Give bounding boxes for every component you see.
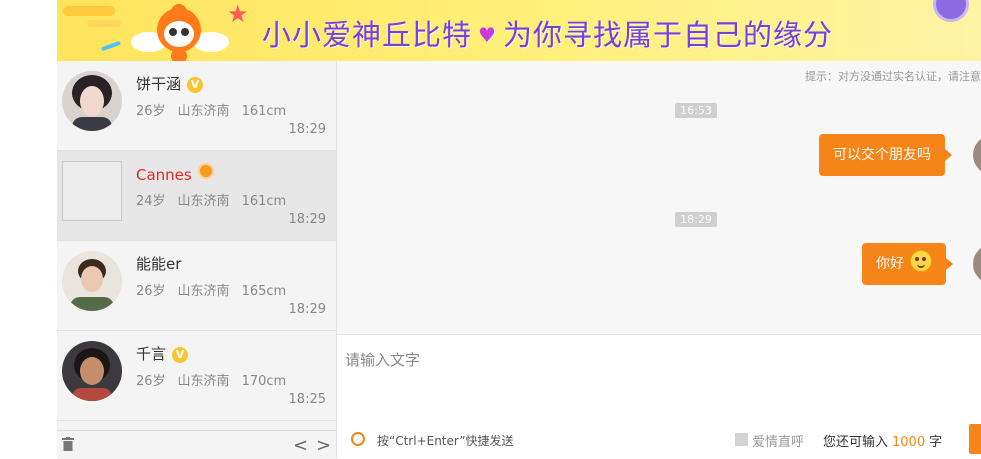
cupid-mascot-icon xyxy=(131,4,229,61)
banner-title-part1: 小小爱神丘比特 xyxy=(262,18,473,52)
contact-info: 26岁 山东济南 161cm xyxy=(136,100,298,119)
love-call-checkbox[interactable] xyxy=(735,433,748,446)
emoji-picker-icon[interactable] xyxy=(351,432,365,446)
trash-icon[interactable] xyxy=(62,437,74,451)
contact-list-footer: < > xyxy=(57,430,336,459)
contact-time: 18:29 xyxy=(288,302,326,317)
contact-age: 26岁 xyxy=(136,284,166,299)
cloud-decoration xyxy=(63,6,115,16)
contact-location: 山东济南 xyxy=(177,284,230,299)
broken-avatar-image xyxy=(62,161,122,221)
contact-height: 161cm xyxy=(241,194,287,209)
contact-height: 170cm xyxy=(241,374,287,389)
message-composer: 按“Ctrl+Enter”快捷发送 爱情直呼 您还可输入1000字 xyxy=(337,334,981,459)
contact-age: 26岁 xyxy=(136,104,166,119)
avatar xyxy=(62,341,122,401)
remaining-count: 1000 xyxy=(892,435,926,450)
contact-name: 饼干涵 V xyxy=(136,73,204,94)
next-page-arrow-icon[interactable]: > xyxy=(316,435,331,456)
send-shortcut-hint: 按“Ctrl+Enter”快捷发送 xyxy=(377,434,514,448)
message-timestamp: 18:29 xyxy=(675,212,717,227)
contact-location: 山东济南 xyxy=(177,104,230,119)
cloud-decoration xyxy=(87,20,121,27)
contact-height: 161cm xyxy=(241,104,287,119)
avatar xyxy=(62,71,122,131)
verification-tip: 提示：对方没通过实名认证，请注意 xyxy=(805,70,981,83)
contact-location: 山东济南 xyxy=(177,194,230,209)
avatar xyxy=(62,251,122,311)
message-bubble[interactable]: 你好 xyxy=(862,243,953,285)
heart-icon: ♥ xyxy=(478,23,497,47)
chat-message-area[interactable]: 提示：对方没通过实名认证，请注意 16:53 可以交个朋友吗 18:29 你好 xyxy=(337,61,981,334)
message-text: 你好 xyxy=(876,256,904,272)
contact-name: 能能er xyxy=(136,255,182,273)
contact-name: 千言 V xyxy=(136,343,189,364)
contact-item[interactable]: 千言 V 26岁 山东济南 170cm 18:25 xyxy=(57,331,336,421)
verified-v-icon: V xyxy=(172,347,189,363)
contact-location: 山东济南 xyxy=(177,374,230,389)
banner-title: 小小爱神丘比特 ♥ 为你寻找属于自己的缘分 xyxy=(262,12,833,54)
contact-list: 饼干涵 V 26岁 山东济南 161cm 18:29 Cannes 24岁 山东济南 16… xyxy=(57,61,337,459)
top-banner: ★ 小小爱神丘比特 ♥ 为你寻找属于自己的缘分 xyxy=(57,0,981,61)
message-bubble[interactable]: 可以交个朋友吗 xyxy=(819,134,952,176)
message-input[interactable] xyxy=(345,349,965,419)
contact-height: 165cm xyxy=(241,284,287,299)
verified-v-icon: V xyxy=(187,77,204,93)
message-text: 可以交个朋友吗 xyxy=(833,147,931,163)
prev-page-arrow-icon[interactable]: < xyxy=(293,435,308,456)
smiley-emoji-icon xyxy=(910,250,932,272)
remaining-chars: 您还可输入 1000 字 xyxy=(823,435,943,450)
corner-decoration xyxy=(933,0,969,22)
contact-item-active[interactable]: Cannes 24岁 山东济南 161cm 18:29 xyxy=(57,151,336,241)
star-decoration-icon: ★ xyxy=(227,0,249,28)
banner-title-part2: 为你寻找属于自己的缘分 xyxy=(502,18,833,52)
contact-time: 18:29 xyxy=(288,122,326,137)
my-avatar xyxy=(973,135,981,175)
contact-info: 26岁 山东济南 170cm xyxy=(136,370,298,389)
contact-info: 26岁 山东济南 165cm xyxy=(136,280,298,299)
message-timestamp: 16:53 xyxy=(675,103,717,118)
contact-info: 24岁 山东济南 161cm xyxy=(136,190,298,209)
confetti-decoration xyxy=(100,40,122,52)
contact-item[interactable]: 能能er 26岁 山东济南 165cm 18:29 xyxy=(57,241,336,331)
love-call-label[interactable]: 爱情直呼 xyxy=(752,431,804,450)
send-button[interactable] xyxy=(969,424,981,454)
contact-age: 24岁 xyxy=(136,194,166,209)
contact-item[interactable]: 饼干涵 V 26岁 山东济南 161cm 18:29 xyxy=(57,61,336,151)
contact-time: 18:29 xyxy=(288,212,326,227)
contact-time: 18:25 xyxy=(288,392,326,407)
contact-name: Cannes xyxy=(136,163,214,184)
medal-badge-icon xyxy=(197,163,214,179)
my-avatar xyxy=(973,244,981,284)
contact-age: 26岁 xyxy=(136,374,166,389)
